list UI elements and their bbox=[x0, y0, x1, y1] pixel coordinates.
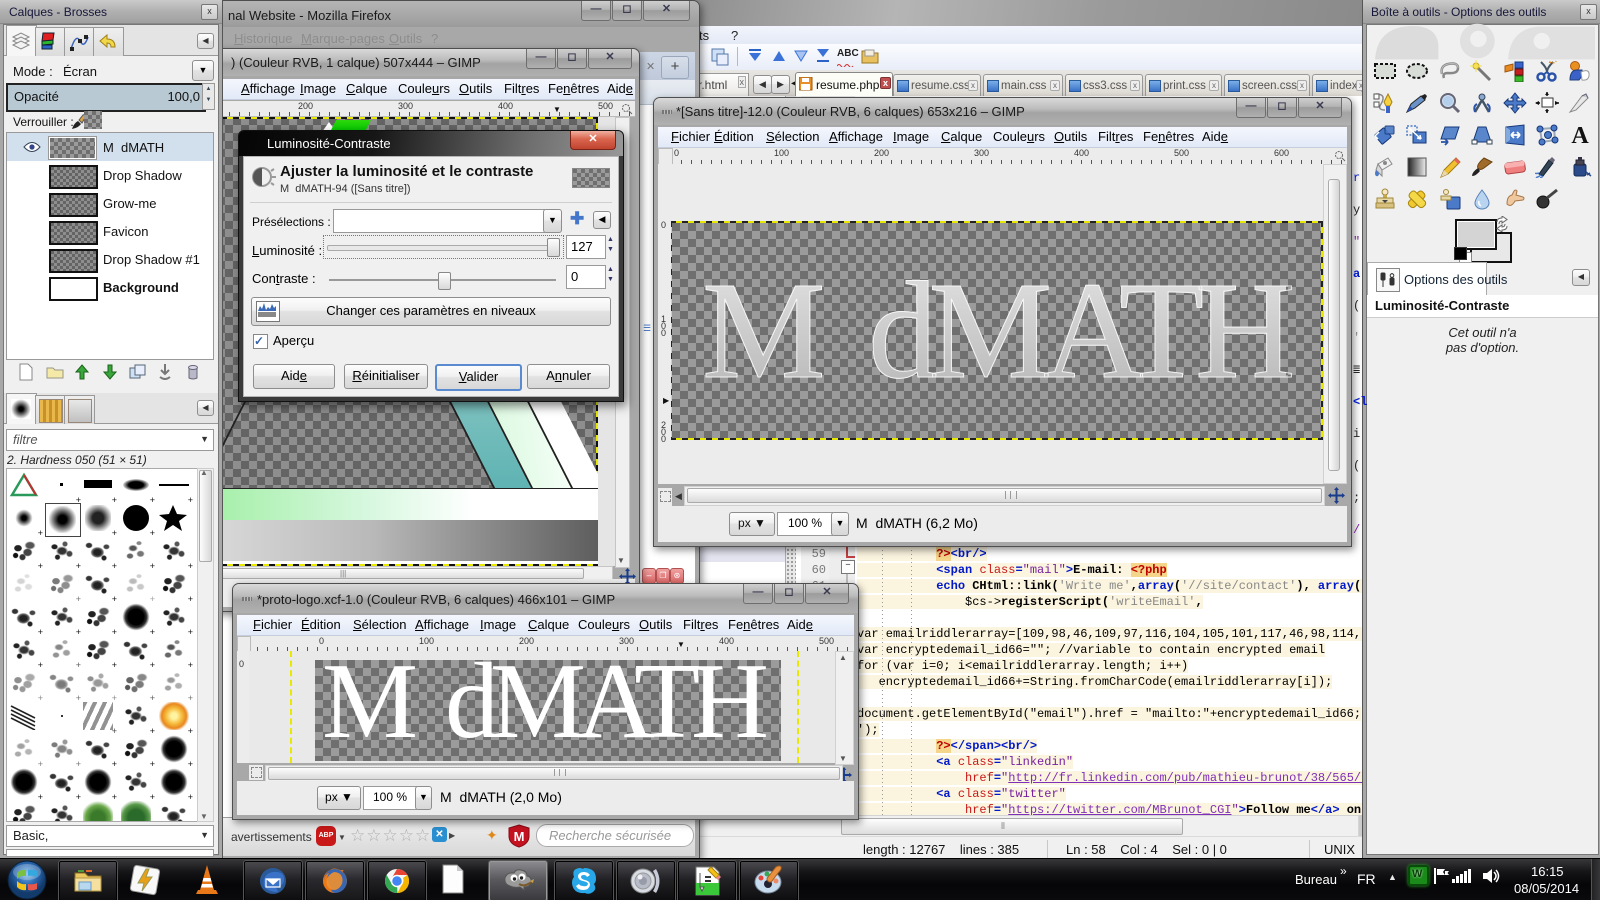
svg-text:M: M bbox=[514, 829, 525, 844]
svg-text:A: A bbox=[1571, 124, 1589, 146]
